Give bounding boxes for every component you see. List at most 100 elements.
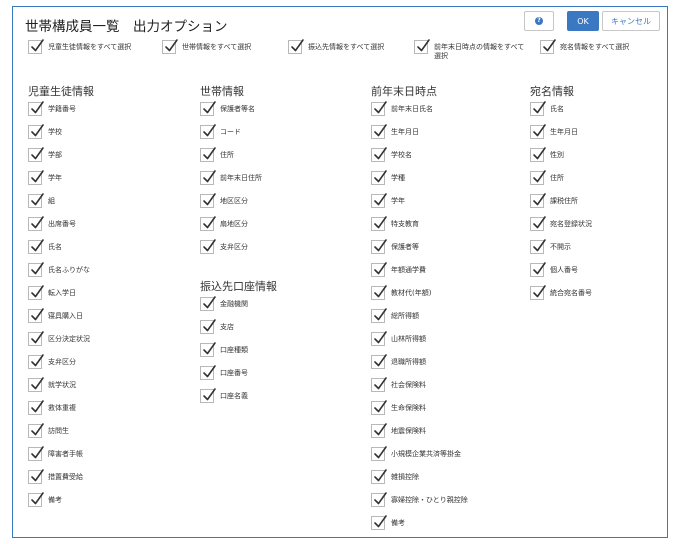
checkbox[interactable] (414, 39, 430, 54)
option-item-student[interactable]: 寝具購入日 (28, 308, 83, 324)
option-item-household[interactable]: コード (200, 124, 241, 140)
option-item-household[interactable]: 前年末日住所 (200, 170, 262, 186)
option-item-student[interactable]: 就学状況 (28, 377, 76, 393)
checkbox[interactable] (28, 331, 44, 346)
option-item-prev_year[interactable]: 寡婦控除・ひとり親控除 (371, 492, 468, 508)
checkbox[interactable] (371, 469, 387, 484)
select-all-prev-year[interactable]: 前年末日時点の情報をすべて選択 (414, 39, 526, 61)
option-item-prev_year[interactable]: 地震保険料 (371, 423, 426, 439)
option-item-prev_year[interactable]: 備考 (371, 515, 405, 531)
cancel-button[interactable]: キャンセル (602, 11, 660, 31)
option-item-prev_year[interactable]: 雑損控除 (371, 469, 419, 485)
checkbox[interactable] (200, 319, 216, 334)
checkbox[interactable] (200, 170, 216, 185)
option-item-student[interactable]: 氏名 (28, 239, 62, 255)
ok-button[interactable]: OK (567, 11, 599, 31)
checkbox[interactable] (200, 239, 216, 254)
option-item-student[interactable]: 組 (28, 193, 55, 209)
option-item-student[interactable]: 救体重複 (28, 400, 76, 416)
option-item-household[interactable]: 住所 (200, 147, 234, 163)
option-item-address[interactable]: 課税住所 (530, 193, 578, 209)
option-item-address[interactable]: 氏名 (530, 101, 564, 117)
option-item-student[interactable]: 氏名ふりがな (28, 262, 90, 278)
checkbox[interactable] (371, 446, 387, 461)
option-item-prev_year[interactable]: 山林所得額 (371, 331, 426, 347)
checkbox[interactable] (371, 377, 387, 392)
checkbox[interactable] (28, 170, 44, 185)
checkbox[interactable] (371, 400, 387, 415)
option-item-prev_year[interactable]: 小規模企業共済等掛金 (371, 446, 461, 462)
checkbox[interactable] (371, 239, 387, 254)
option-item-bank[interactable]: 金融機関 (200, 296, 248, 312)
checkbox[interactable] (530, 262, 546, 277)
option-item-household[interactable]: 支弁区分 (200, 239, 248, 255)
checkbox[interactable] (371, 170, 387, 185)
option-item-prev_year[interactable]: 生命保険料 (371, 400, 426, 416)
checkbox[interactable] (200, 147, 216, 162)
checkbox[interactable] (200, 365, 216, 380)
option-item-address[interactable]: 個人番号 (530, 262, 578, 278)
checkbox[interactable] (28, 469, 44, 484)
checkbox[interactable] (28, 354, 44, 369)
option-item-prev_year[interactable]: 学年 (371, 193, 405, 209)
option-item-student[interactable]: 訪問生 (28, 423, 69, 439)
option-item-address[interactable]: 性別 (530, 147, 564, 163)
option-item-address[interactable]: 住所 (530, 170, 564, 186)
checkbox[interactable] (200, 296, 216, 311)
checkbox[interactable] (371, 124, 387, 139)
checkbox[interactable] (28, 308, 44, 323)
checkbox[interactable] (200, 193, 216, 208)
option-item-student[interactable]: 障害者手帳 (28, 446, 83, 462)
checkbox[interactable] (28, 216, 44, 231)
option-item-student[interactable]: 学籍番号 (28, 101, 76, 117)
option-item-bank[interactable]: 支店 (200, 319, 234, 335)
option-item-bank[interactable]: 口座番号 (200, 365, 248, 381)
option-item-student[interactable]: 支弁区分 (28, 354, 76, 370)
checkbox[interactable] (28, 39, 44, 54)
checkbox[interactable] (200, 342, 216, 357)
option-item-student[interactable]: 措置費受給 (28, 469, 83, 485)
checkbox[interactable] (530, 239, 546, 254)
checkbox[interactable] (28, 262, 44, 277)
option-item-prev_year[interactable]: 社会保険料 (371, 377, 426, 393)
checkbox[interactable] (28, 193, 44, 208)
option-item-prev_year[interactable]: 教材代(年額) (371, 285, 431, 301)
checkbox[interactable] (28, 101, 44, 116)
checkbox[interactable] (530, 216, 546, 231)
option-item-student[interactable]: 学部 (28, 147, 62, 163)
option-item-student[interactable]: 区分決定状況 (28, 331, 90, 347)
checkbox[interactable] (371, 216, 387, 231)
option-item-address[interactable]: 生年月日 (530, 124, 578, 140)
checkbox[interactable] (371, 262, 387, 277)
option-item-household[interactable]: 扇地区分 (200, 216, 248, 232)
option-item-prev_year[interactable]: 生年月日 (371, 124, 419, 140)
help-button[interactable]: ? (524, 11, 554, 31)
checkbox[interactable] (371, 331, 387, 346)
checkbox[interactable] (371, 193, 387, 208)
select-all-address[interactable]: 宛名情報をすべて選択 (540, 39, 629, 54)
checkbox[interactable] (530, 124, 546, 139)
option-item-address[interactable]: 宛名登録状況 (530, 216, 592, 232)
option-item-student[interactable]: 出席番号 (28, 216, 76, 232)
option-item-prev_year[interactable]: 退職所得額 (371, 354, 426, 370)
checkbox[interactable] (530, 147, 546, 162)
checkbox[interactable] (28, 446, 44, 461)
checkbox[interactable] (371, 515, 387, 530)
option-item-student[interactable]: 学校 (28, 124, 62, 140)
checkbox[interactable] (28, 377, 44, 392)
option-item-bank[interactable]: 口座種類 (200, 342, 248, 358)
option-item-prev_year[interactable]: 特支教育 (371, 216, 419, 232)
checkbox[interactable] (200, 388, 216, 403)
checkbox[interactable] (28, 239, 44, 254)
option-item-student[interactable]: 学年 (28, 170, 62, 186)
checkbox[interactable] (28, 492, 44, 507)
checkbox[interactable] (371, 423, 387, 438)
select-all-household[interactable]: 世帯情報をすべて選択 (162, 39, 251, 54)
option-item-student[interactable]: 転入学日 (28, 285, 76, 301)
checkbox[interactable] (371, 147, 387, 162)
checkbox[interactable] (530, 170, 546, 185)
checkbox[interactable] (28, 400, 44, 415)
option-item-prev_year[interactable]: 学校名 (371, 147, 412, 163)
option-item-bank[interactable]: 口座名義 (200, 388, 248, 404)
checkbox[interactable] (371, 101, 387, 116)
